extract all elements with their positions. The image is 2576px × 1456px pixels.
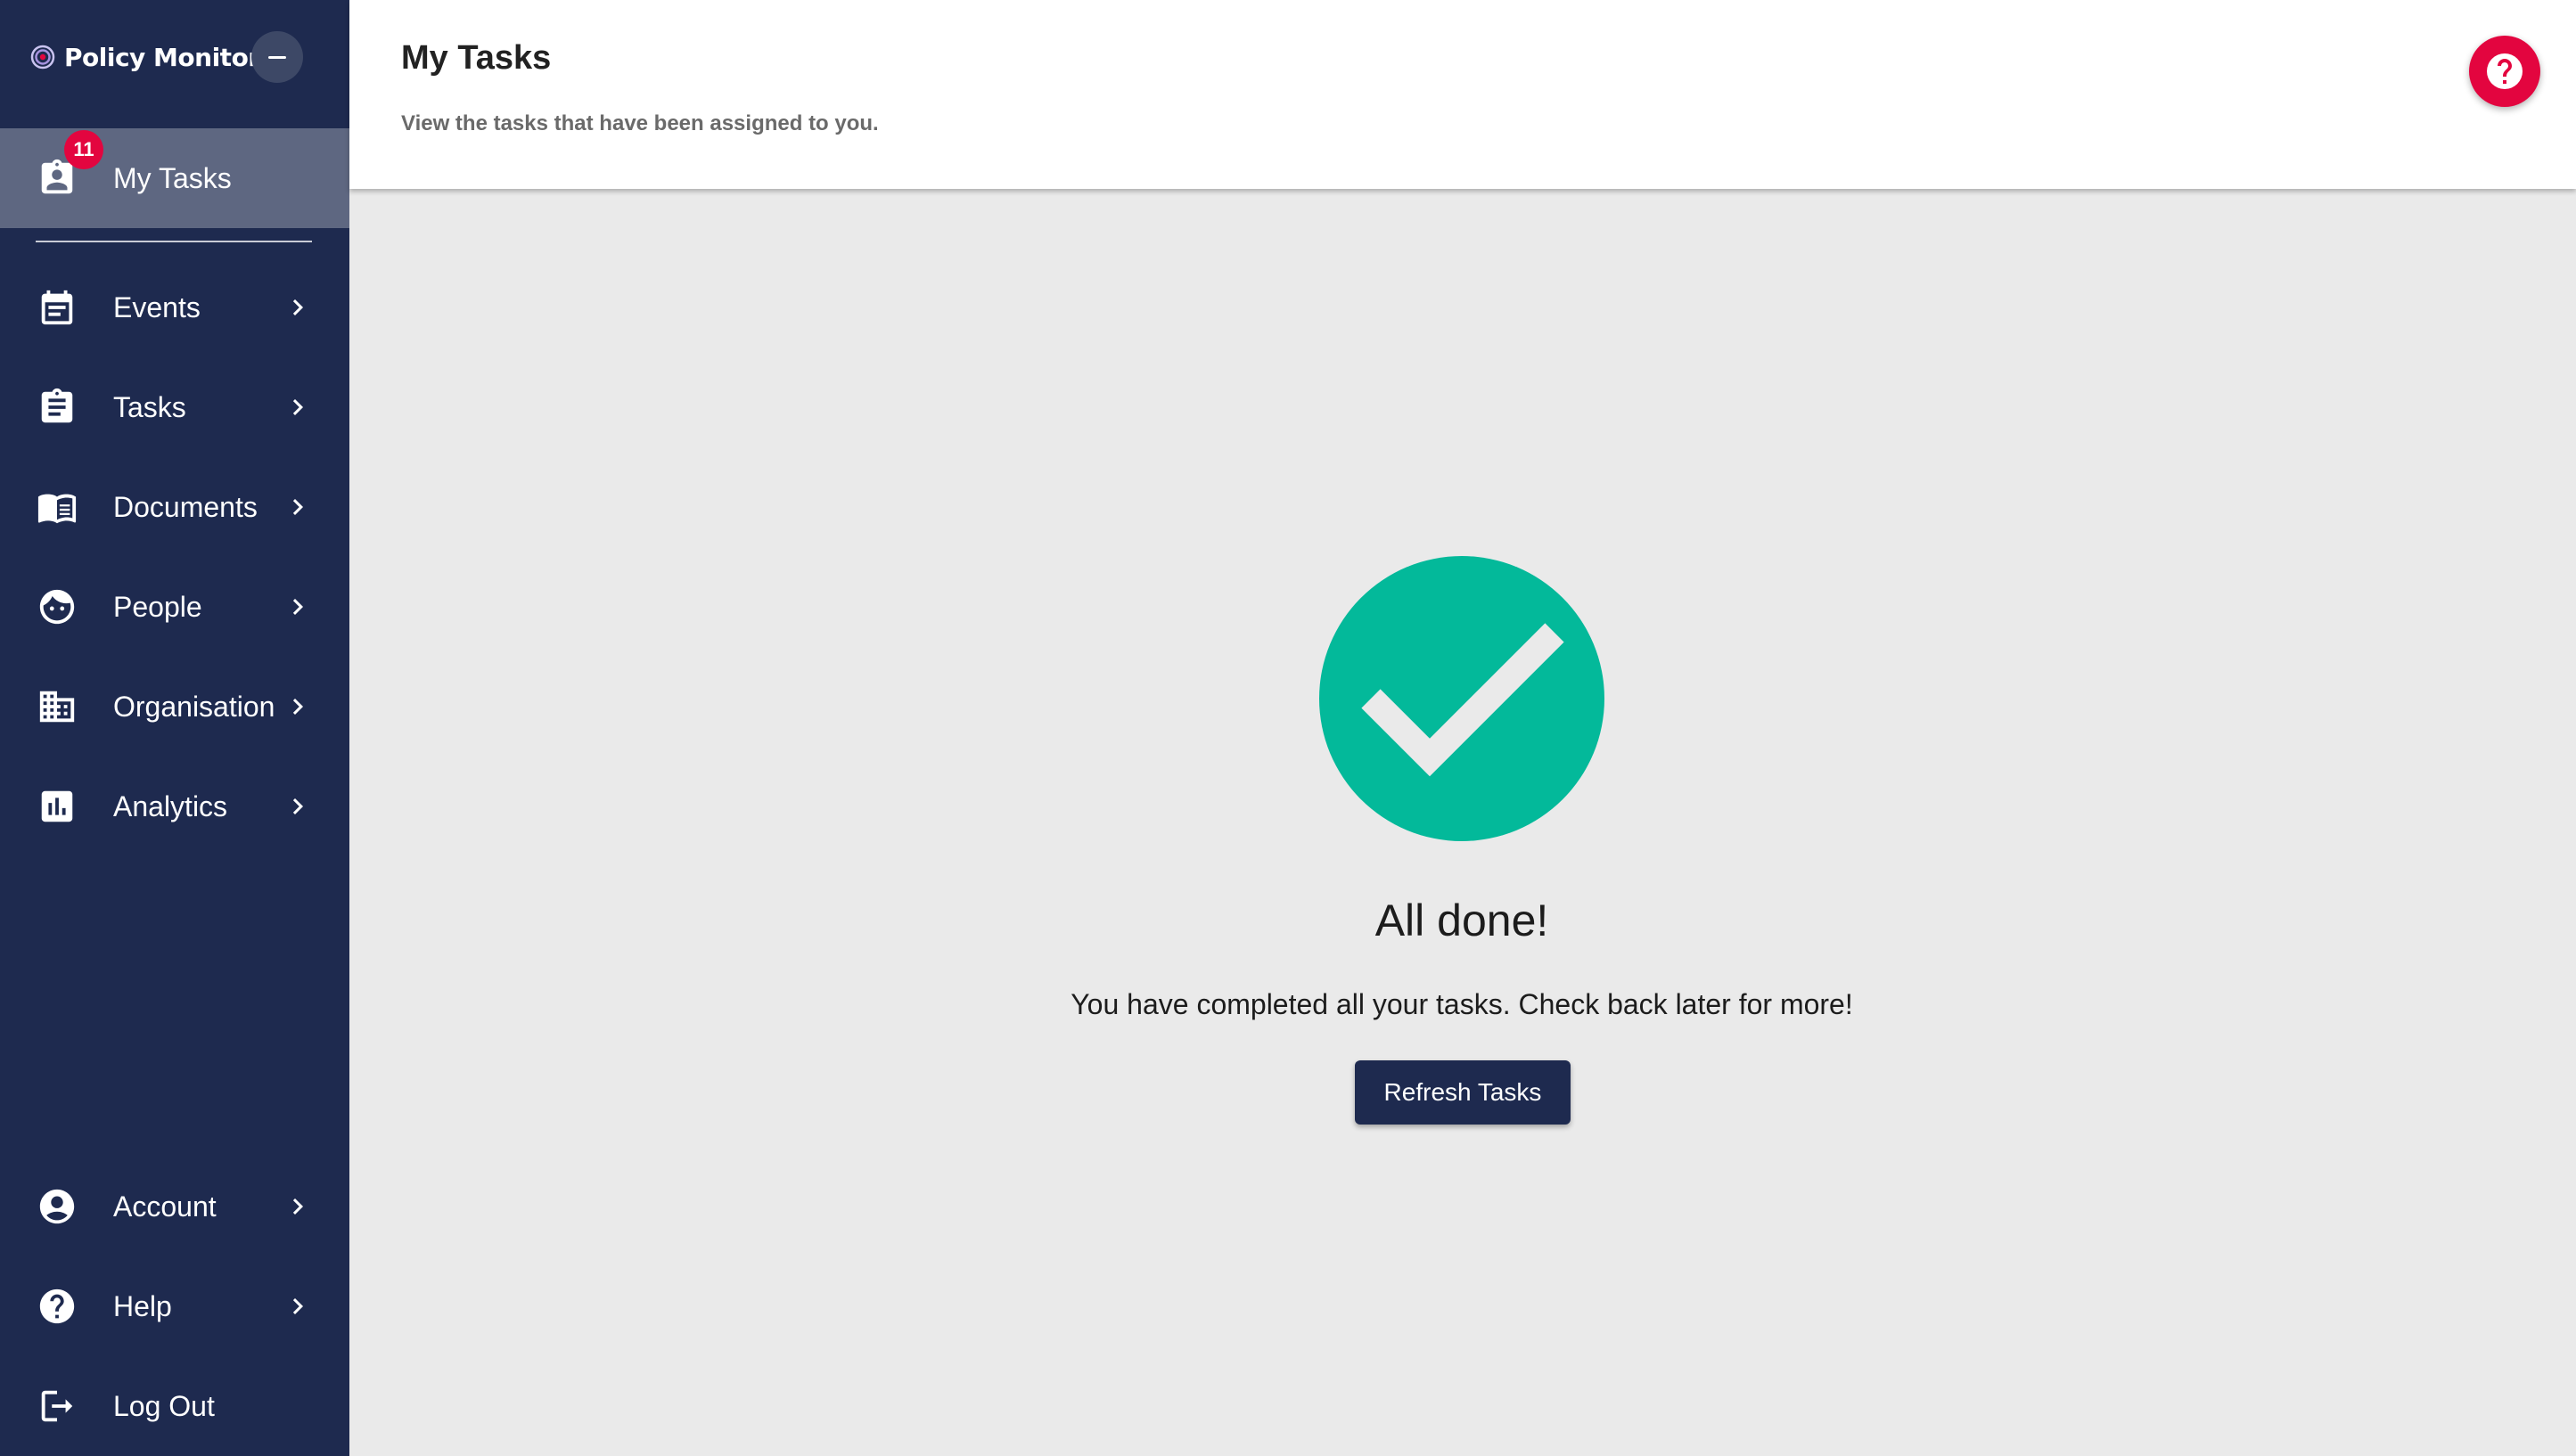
chevron-right-icon — [282, 790, 314, 822]
calendar-icon — [36, 286, 78, 329]
sidebar-item-organisation[interactable]: Organisation — [0, 657, 349, 757]
book-icon — [36, 486, 78, 528]
refresh-tasks-button[interactable]: Refresh Tasks — [1355, 1060, 1571, 1125]
completion-title: All done! — [1374, 896, 1549, 945]
sidebar-item-label: People — [113, 590, 202, 623]
sidebar-item-label: Tasks — [113, 390, 186, 423]
chevron-right-icon — [282, 691, 314, 723]
sidebar-item-label: Help — [113, 1289, 172, 1322]
sidebar-item-help[interactable]: Help — [0, 1256, 349, 1356]
collapse-sidebar-button[interactable] — [251, 31, 303, 83]
chevron-right-icon — [282, 491, 314, 523]
help-button[interactable] — [2469, 36, 2540, 107]
sidebar-item-label: Documents — [113, 490, 258, 523]
minus-icon — [268, 55, 286, 59]
brand[interactable]: Policy Monitor — [30, 32, 260, 82]
chart-icon — [36, 785, 78, 828]
clipboard-icon — [36, 386, 78, 429]
chevron-right-icon — [282, 1290, 314, 1322]
sidebar-item-label: My Tasks — [113, 161, 232, 194]
sidebar-item-label: Analytics — [113, 789, 228, 822]
sidebar-item-label: Log Out — [113, 1389, 215, 1422]
building-icon — [36, 685, 78, 728]
help-icon — [2487, 53, 2523, 89]
chevron-right-icon — [282, 391, 314, 423]
chevron-right-icon — [282, 1190, 314, 1223]
sidebar-item-documents[interactable]: Documents — [0, 457, 349, 557]
sidebar-item-label: Events — [113, 290, 201, 323]
chevron-right-icon — [282, 591, 314, 623]
sidebar-item-account[interactable]: Account — [0, 1157, 349, 1256]
sidebar-item-label: Organisation — [113, 690, 275, 723]
sidebar-item-events[interactable]: Events — [0, 258, 349, 357]
face-icon — [36, 585, 78, 628]
sidebar-item-my-tasks[interactable]: My Tasks — [0, 128, 349, 228]
page-subtitle: View the tasks that have been assigned t… — [401, 111, 879, 135]
page-title: My Tasks — [401, 39, 552, 77]
sidebar-item-analytics[interactable]: Analytics — [0, 757, 349, 856]
brand-name: Policy Monitor — [64, 42, 260, 72]
logout-icon — [36, 1385, 78, 1427]
target-logo-icon — [30, 45, 55, 70]
sidebar-divider — [36, 241, 312, 242]
check-circle-icon — [1319, 556, 1604, 841]
sidebar-item-label: Account — [113, 1190, 217, 1223]
chevron-right-icon — [282, 291, 314, 323]
completion-message: You have completed all your tasks. Check… — [1071, 988, 1853, 1020]
sidebar-item-tasks[interactable]: Tasks — [0, 357, 349, 457]
task-count-badge: 11 — [64, 130, 103, 169]
sidebar-item-log-out[interactable]: Log Out — [0, 1356, 349, 1456]
page-header: My Tasks View the tasks that have been a… — [349, 0, 2576, 189]
sidebar: Policy Monitor My Tasks 11 Events Tasks … — [0, 0, 349, 1456]
account-circle-icon — [36, 1185, 78, 1228]
sidebar-item-people[interactable]: People — [0, 557, 349, 657]
help-circle-icon — [36, 1285, 78, 1328]
